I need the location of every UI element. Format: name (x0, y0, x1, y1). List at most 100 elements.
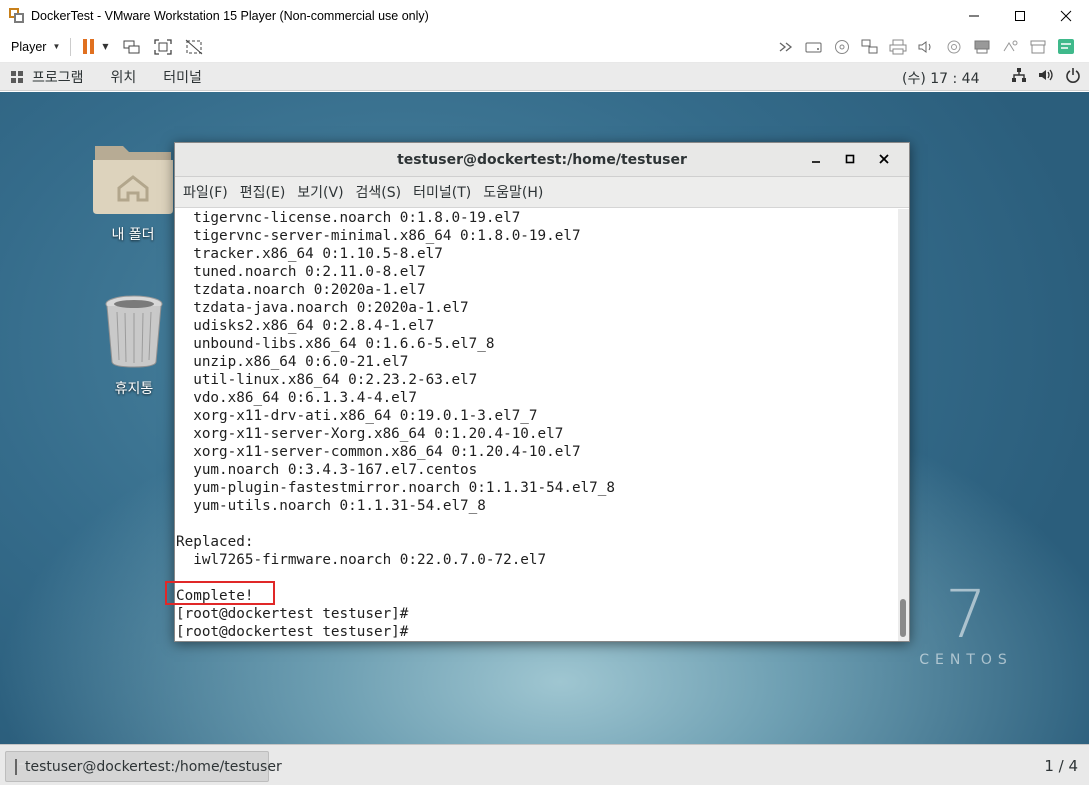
vmware-window-title: DockerTest - VMware Workstation 15 Playe… (31, 8, 429, 23)
terminal-line: tracker.x86_64 0:1.10.5-8.el7 (176, 246, 443, 262)
chevron-down-icon: ▼ (52, 42, 61, 51)
terminal-title: testuser@dockertest:/home/testuser (397, 151, 687, 168)
menu-file[interactable]: 파일(F) (183, 182, 228, 202)
terminal-line: tzdata.noarch 0:2020a-1.el7 (176, 282, 426, 298)
terminal-line: Complete! (176, 588, 254, 604)
menu-terminal[interactable]: 터미널(T) (413, 182, 471, 202)
centos-version-number: 7 (945, 576, 987, 653)
terminal-line: yum-utils.noarch 0:1.1.31-54.el7_8 (176, 498, 486, 514)
terminal-line: xorg-x11-drv-ati.x86_64 0:19.0.1-3.el7_7 (176, 408, 538, 424)
close-icon (879, 153, 889, 164)
close-icon (1060, 10, 1072, 21)
usb-device-icon[interactable] (971, 36, 993, 58)
terminal-menubar: 파일(F) 편집(E) 보기(V) 검색(S) 터미널(T) 도움말(H) (175, 177, 909, 208)
power-icon (1066, 68, 1080, 83)
minimize-icon (969, 15, 979, 16)
terminal-line: tuned.noarch 0:2.11.0-8.el7 (176, 264, 426, 280)
terminal-maximize-button[interactable] (833, 153, 867, 168)
system-tray[interactable] (1011, 67, 1081, 83)
network-adapter-icon[interactable] (859, 36, 881, 58)
menu-help[interactable]: 도움말(H) (483, 182, 543, 202)
workspace-indicator[interactable]: 1 / 4 (1044, 757, 1078, 775)
terminal-line: iwl7265-firmware.noarch 0:22.0.7.0-72.el… (176, 552, 547, 568)
trash-icon (103, 294, 165, 368)
panel-clock[interactable]: (수) 17 : 44 (902, 68, 980, 88)
close-button[interactable] (1043, 0, 1089, 31)
terminal-scrollbar[interactable] (898, 209, 909, 641)
terminal-line: tigervnc-server-minimal.x86_64 0:1.8.0-1… (176, 228, 581, 244)
terminal-line: unbound-libs.x86_64 0:1.6.6-5.el7_8 (176, 336, 495, 352)
terminal-output[interactable]: tigervnc-license.noarch 0:1.8.0-19.el7 t… (175, 209, 899, 641)
printer-icon[interactable] (887, 36, 909, 58)
terminal-close-button[interactable] (867, 153, 901, 168)
terminal-line: util-linux.x86_64 0:2.23.2-63.el7 (176, 372, 478, 388)
terminal-line: tigervnc-license.noarch 0:1.8.0-19.el7 (176, 210, 521, 226)
toolbar-divider (70, 37, 72, 56)
menu-applications[interactable]: 프로그램 (32, 67, 84, 87)
gnome-top-panel: 프로그램 위치 터미널 (수) 17 : 44 (0, 63, 1089, 91)
desktop-icon-label: 내 폴더 (111, 227, 155, 243)
taskbar-item-label: testuser@dockertest:/home/testuser (25, 758, 282, 775)
archive-icon[interactable] (1027, 36, 1049, 58)
terminal-line: xorg-x11-server-Xorg.x86_64 0:1.20.4-10.… (176, 426, 564, 442)
menu-edit[interactable]: 편집(E) (240, 182, 286, 202)
terminal-line: yum-plugin-fastestmirror.noarch 0:1.1.31… (176, 480, 615, 496)
centos-branding: 7 CENTOS (916, 576, 1016, 669)
unity-icon (185, 39, 202, 54)
volume-icon (1039, 69, 1053, 81)
terminal-line: yum.noarch 0:3.4.3-167.el7.centos (176, 462, 478, 478)
terminal-minimize-button[interactable] (799, 153, 833, 168)
terminal-line: tzdata-java.noarch 0:2020a-1.el7 (176, 300, 469, 316)
desktop-home-folder[interactable]: 내 폴더 (88, 136, 178, 244)
chevron-down-icon[interactable]: ▼ (102, 42, 108, 51)
vmware-toolbar: Player ▼ ▼ (0, 31, 1089, 63)
bluetooth-icon[interactable] (999, 36, 1021, 58)
message-log-icon[interactable] (1055, 36, 1077, 58)
home-folder-icon (91, 136, 175, 214)
pause-icon[interactable] (83, 39, 95, 54)
vmware-titlebar: DockerTest - VMware Workstation 15 Playe… (0, 0, 1089, 31)
network-computer-icon (123, 40, 140, 53)
network-wired-icon (1012, 68, 1026, 82)
terminal-line: vdo.x86_64 0:6.1.3.4-4.el7 (176, 390, 418, 406)
desktop-trash[interactable]: 휴지통 (89, 294, 179, 398)
terminal-line: [root@dockertest testuser]# (176, 606, 409, 622)
maximize-icon (1015, 10, 1025, 21)
player-menu-label: Player (11, 39, 47, 54)
terminal-line: Replaced: (176, 534, 254, 550)
menu-places[interactable]: 위치 (111, 67, 137, 87)
menu-terminal[interactable]: 터미널 (163, 67, 202, 87)
maximize-icon (845, 154, 855, 163)
send-ctrl-alt-del-button[interactable] (121, 36, 143, 58)
hard-disk-icon[interactable] (803, 36, 825, 58)
terminal-line: unzip.x86_64 0:6.0-21.el7 (176, 354, 409, 370)
sound-card-icon[interactable] (915, 36, 937, 58)
unity-button[interactable] (183, 36, 205, 58)
bottom-taskbar: testuser@dockertest:/home/testuser 1 / 4 (0, 744, 1089, 785)
fullscreen-button[interactable] (152, 36, 174, 58)
terminal-line: xorg-x11-server-common.x86_64 0:1.20.4-1… (176, 444, 581, 460)
terminal-icon (15, 758, 24, 775)
terminal-line: [root@dockertest testuser]# (176, 624, 409, 640)
minimize-button[interactable] (951, 0, 997, 31)
terminal-titlebar[interactable]: testuser@dockertest:/home/testuser (175, 143, 909, 177)
camera-icon[interactable] (943, 36, 965, 58)
menu-view[interactable]: 보기(V) (297, 182, 343, 202)
scrollbar-thumb[interactable] (900, 599, 906, 637)
vmware-app-icon (9, 7, 25, 24)
complete-highlight-box (165, 581, 275, 605)
fullscreen-icon (153, 38, 172, 55)
terminal-window[interactable]: testuser@dockertest:/home/testuser 파일(F)… (174, 142, 910, 642)
menu-search[interactable]: 검색(S) (356, 182, 402, 202)
cd-dvd-icon[interactable] (831, 36, 853, 58)
minimize-icon (812, 160, 820, 163)
maximize-button[interactable] (997, 0, 1043, 31)
taskbar-terminal-item[interactable]: testuser@dockertest:/home/testuser (5, 751, 282, 782)
centos-brand-text: CENTOS (919, 652, 1013, 668)
desktop-icon-label: 휴지통 (114, 381, 154, 397)
forward-arrows-icon[interactable] (775, 36, 797, 58)
terminal-line: udisks2.x86_64 0:2.8.4-1.el7 (176, 318, 435, 334)
player-menu-button[interactable]: Player ▼ (11, 40, 60, 54)
